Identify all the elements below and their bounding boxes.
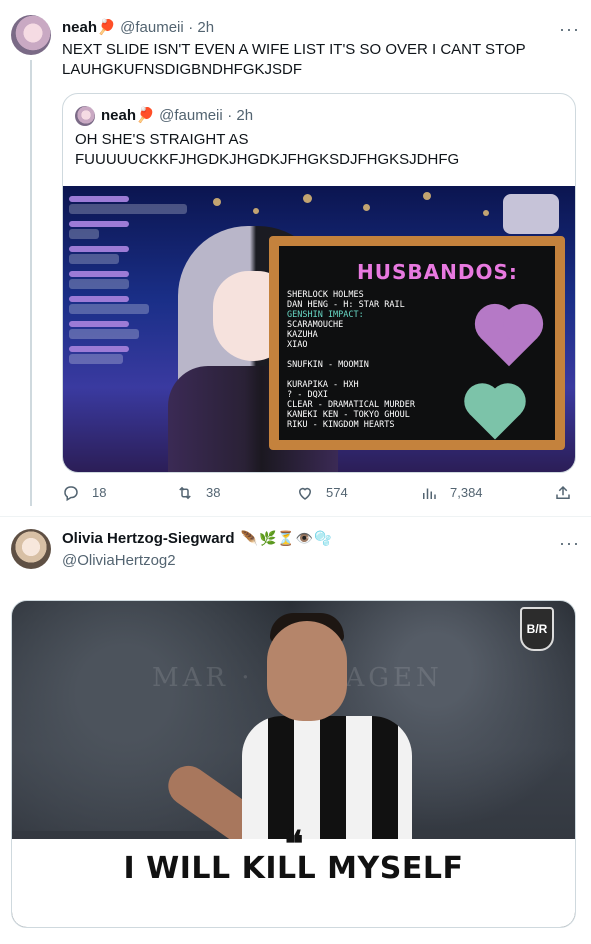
like-button[interactable]: 574 bbox=[296, 484, 348, 502]
reply-icon bbox=[64, 486, 78, 502]
chat-message bbox=[69, 279, 129, 289]
quote-handle: @faumeii bbox=[159, 107, 223, 124]
board-item: GENSHIN IMPACT: bbox=[287, 310, 364, 320]
board-item: KURAPIKA - HXH bbox=[287, 380, 359, 390]
meme-caption: I WILL KILL MYSELF bbox=[123, 851, 464, 886]
chat-message bbox=[69, 229, 99, 239]
display-name[interactable]: Olivia Hertzog-Siegward bbox=[62, 530, 235, 547]
more-icon[interactable]: ··· bbox=[559, 534, 580, 552]
bokeh-light bbox=[483, 210, 489, 216]
board-item: XIAO bbox=[287, 340, 308, 350]
retweet-count: 38 bbox=[206, 485, 221, 500]
heart-decoration bbox=[469, 388, 521, 440]
display-name-emoji: 🪶🌿⏳👁️🫧 bbox=[240, 530, 333, 547]
tweet-text-line: LAUHGKUFNSDIGBNDHFGKJSDF bbox=[62, 61, 303, 78]
board-item: KAZUHA bbox=[287, 330, 318, 340]
board-item: CLEAR - DRAMATICAL MURDER bbox=[287, 400, 415, 410]
mini-vtuber-avatar bbox=[503, 194, 559, 234]
board-item bbox=[287, 350, 487, 360]
retweet-icon bbox=[179, 486, 191, 500]
bokeh-light bbox=[303, 194, 312, 203]
like-icon bbox=[298, 487, 312, 500]
tweet-header: neah🏓 @faumeii · 2h bbox=[62, 18, 214, 37]
chat-tag bbox=[69, 296, 129, 302]
share-icon bbox=[556, 485, 570, 499]
quote-tweet[interactable]: neah🏓 @faumeii · 2h OH SHE'S STRAIGHT AS… bbox=[62, 93, 576, 473]
board-item: SCARAMOUCHE bbox=[287, 320, 344, 330]
chat-message bbox=[69, 354, 123, 364]
br-logo: B/R bbox=[520, 607, 554, 651]
more-icon[interactable]: ··· bbox=[559, 20, 580, 38]
heart-decoration bbox=[480, 309, 538, 367]
tweet-divider bbox=[0, 516, 591, 517]
chat-message bbox=[69, 204, 187, 214]
player-head bbox=[267, 621, 347, 721]
handle[interactable]: @OliviaHertzog2 bbox=[62, 552, 176, 569]
quote-text-line: OH SHE'S STRAIGHT AS bbox=[75, 131, 249, 148]
avatar[interactable] bbox=[11, 15, 51, 55]
views-icon bbox=[423, 488, 436, 499]
avatar[interactable] bbox=[11, 529, 51, 569]
tweet-text-line: NEXT SLIDE ISN'T EVEN A WIFE LIST IT'S S… bbox=[62, 41, 526, 58]
chat-message bbox=[69, 329, 139, 339]
quote-avatar bbox=[75, 106, 95, 126]
board-title: HUSBANDOS: bbox=[357, 260, 518, 284]
tweet-text: NEXT SLIDE ISN'T EVEN A WIFE LIST IT'S S… bbox=[62, 40, 552, 80]
chat-tag bbox=[69, 346, 129, 352]
quote-text: OH SHE'S STRAIGHT AS FUUUUUCKKFJHGDKJHGD… bbox=[75, 130, 565, 170]
chat-message bbox=[69, 304, 149, 314]
reply-count: 18 bbox=[92, 485, 107, 500]
board-item bbox=[287, 370, 487, 380]
chat-tag bbox=[69, 196, 129, 202]
quote-text-line: FUUUUUCKKFJHGDKJHGDKJFHGKSDJFHGKSJDHFG bbox=[75, 151, 460, 168]
bokeh-light bbox=[423, 192, 431, 200]
thread-line bbox=[30, 60, 32, 506]
retweet-button[interactable]: 38 bbox=[176, 484, 220, 502]
quote-display-name: neah🏓 bbox=[101, 107, 155, 124]
chat-tag bbox=[69, 271, 129, 277]
tweet-actions: 18 38 574 7,384 bbox=[62, 484, 576, 506]
bokeh-light bbox=[253, 208, 259, 214]
board-list: SHERLOCK HOLMES DAN HENG - H: STAR RAIL GE… bbox=[287, 290, 487, 430]
handle[interactable]: @faumeii bbox=[120, 19, 184, 36]
bokeh-light bbox=[363, 204, 370, 211]
timestamp[interactable]: · 2h bbox=[188, 19, 214, 36]
tweet-header: Olivia Hertzog-Siegward 🪶🌿⏳👁️🫧 bbox=[62, 530, 333, 547]
views-count: 7,384 bbox=[450, 485, 483, 500]
board-item: DAN HENG - H: STAR RAIL bbox=[287, 300, 405, 310]
board-item: ? - DQXI bbox=[287, 390, 328, 400]
bokeh-light bbox=[213, 198, 221, 206]
board-item: RIKU - KINGDOM HEARTS bbox=[287, 420, 395, 430]
quote-timestamp: · 2h bbox=[227, 107, 254, 124]
board-item: SHERLOCK HOLMES bbox=[287, 290, 364, 300]
chat-tag bbox=[69, 221, 129, 227]
chat-tag bbox=[69, 321, 129, 327]
like-count: 574 bbox=[326, 485, 348, 500]
husbandos-board: HUSBANDOS: SHERLOCK HOLMES DAN HENG - H: … bbox=[269, 236, 565, 450]
quote-header: neah🏓 @faumeii · 2h bbox=[101, 106, 253, 125]
board-item: KANEKI KEN - TOKYO GHOUL bbox=[287, 410, 410, 420]
share-button[interactable] bbox=[554, 484, 584, 502]
tweet-media-image[interactable]: MAR · · · MAGEN B/R ❝ I WILL KILL MYSELF bbox=[11, 600, 576, 928]
quote-media-image[interactable]: HUSBANDOS: SHERLOCK HOLMES DAN HENG - H: … bbox=[63, 186, 575, 472]
reply-button[interactable]: 18 bbox=[62, 484, 106, 502]
chat-tag bbox=[69, 246, 129, 252]
views-button[interactable]: 7,384 bbox=[420, 484, 483, 502]
chat-message bbox=[69, 254, 119, 264]
display-name[interactable]: neah🏓 bbox=[62, 19, 116, 36]
board-item: SNUFKIN - MOOMIN bbox=[287, 360, 369, 370]
